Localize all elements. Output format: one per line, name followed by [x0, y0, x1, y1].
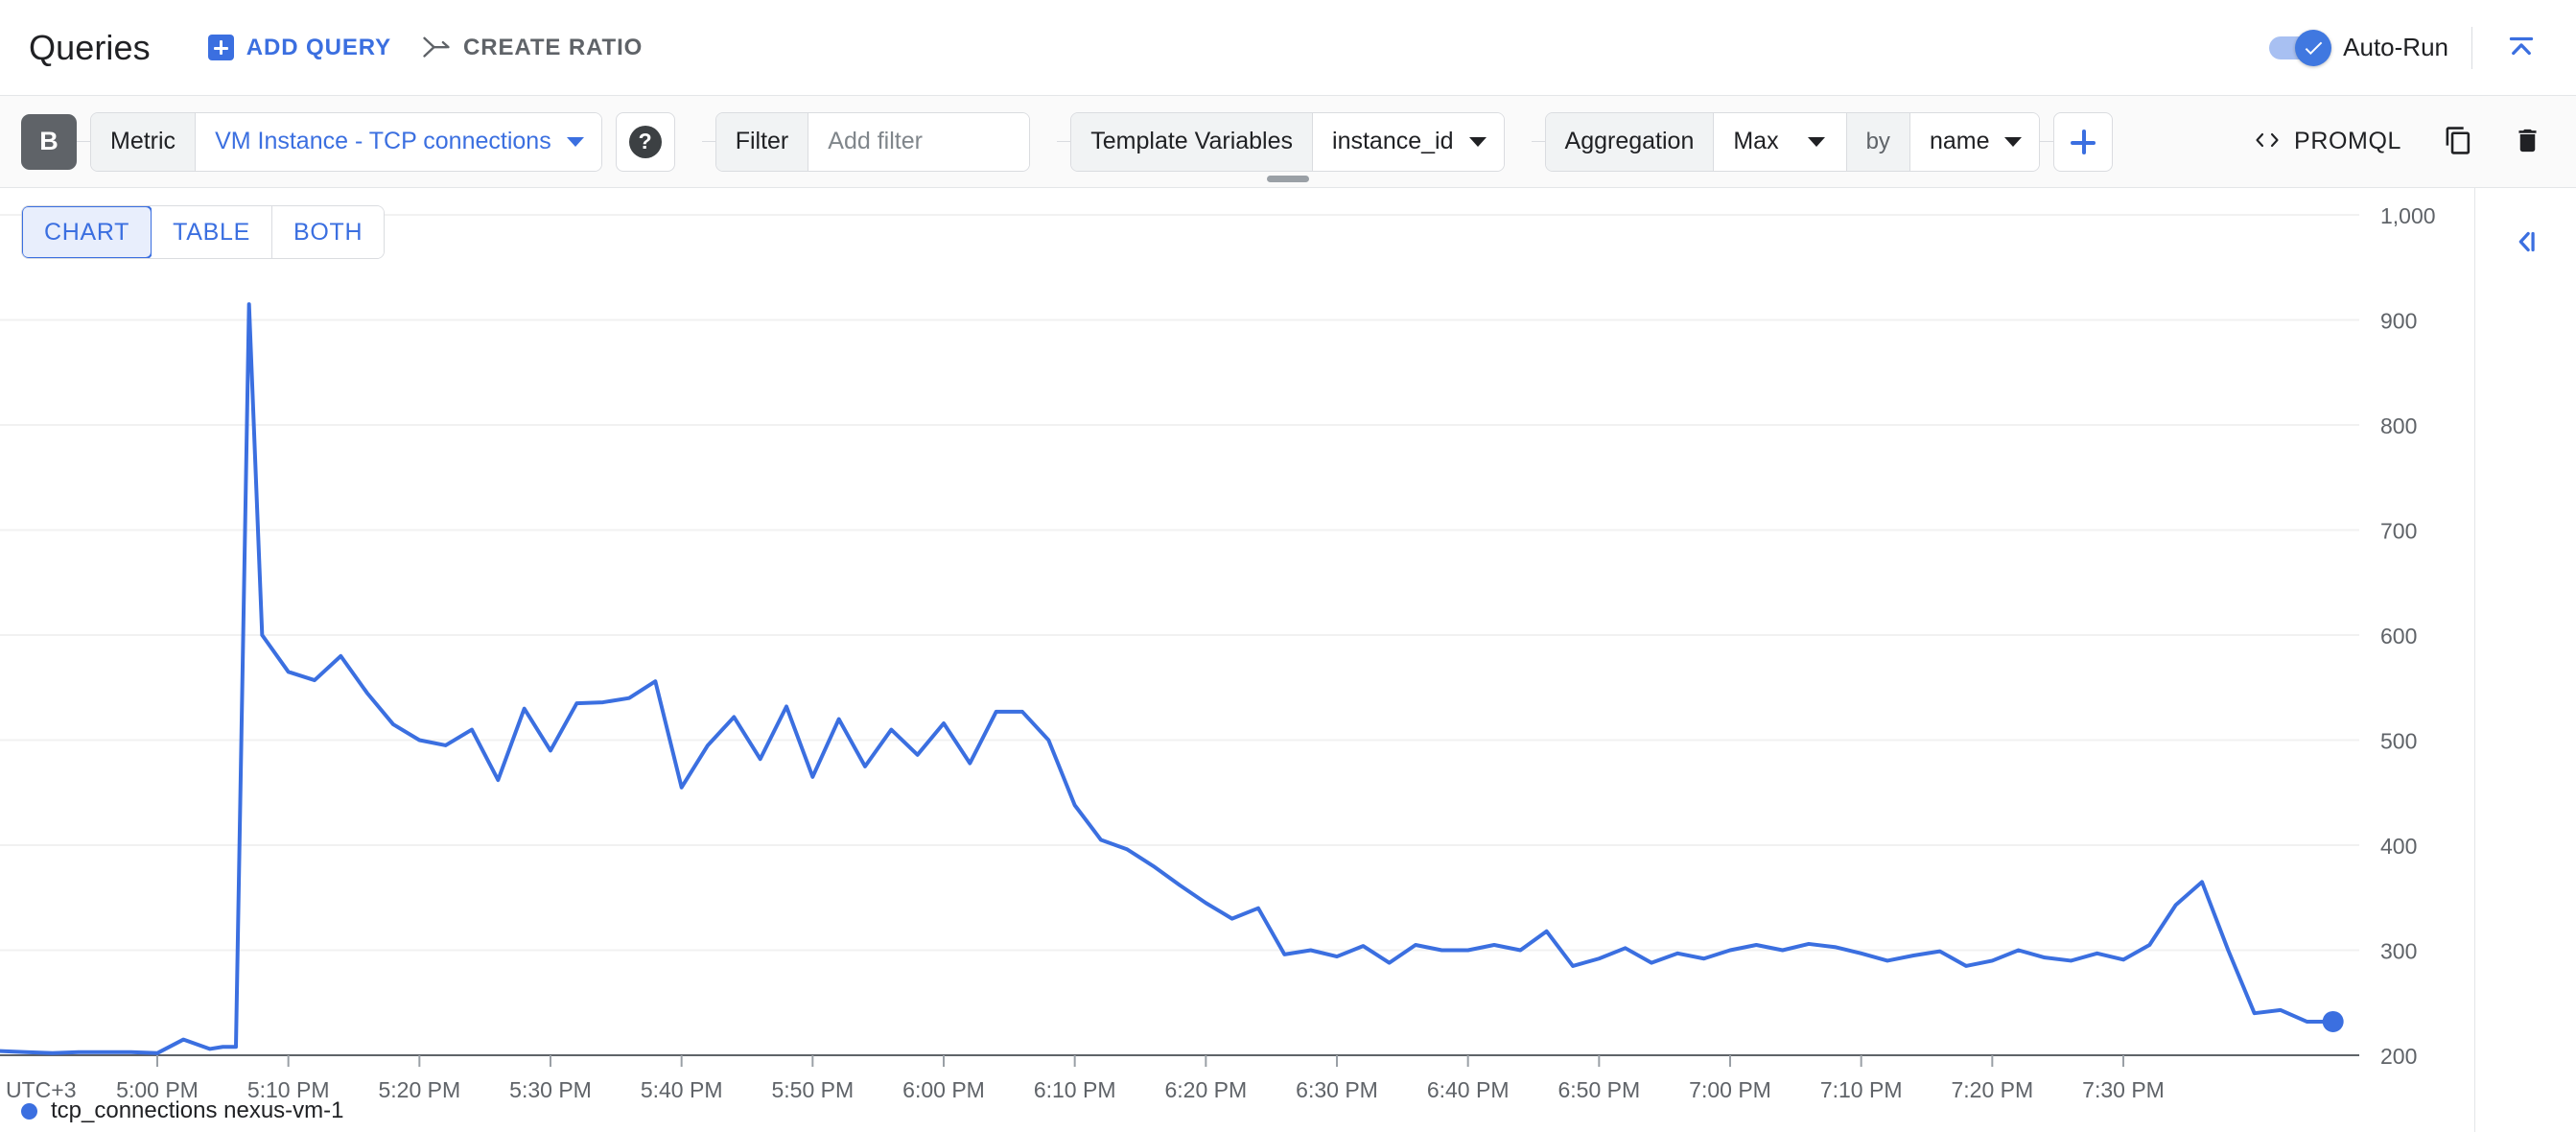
- toolbar-connector: [1531, 141, 1545, 142]
- legend-series-label: tcp_connections nexus-vm-1: [51, 1097, 344, 1123]
- collapse-up-icon: [2504, 29, 2539, 66]
- aggregation-value: Max: [1733, 128, 1779, 154]
- chart-column: CHART TABLE BOTH 200 300 400 500 600 700 800 90…: [0, 188, 2474, 1132]
- y-axis-tick-label: 1,000: [2380, 203, 2436, 228]
- filter-placeholder: Add filter: [828, 128, 923, 154]
- aggregation-select[interactable]: Max: [1714, 112, 1846, 171]
- header-right-controls: Auto-Run: [2269, 20, 2549, 76]
- series-end-marker: [2322, 1010, 2344, 1032]
- x-axis-tick-label: 5:50 PM: [772, 1077, 855, 1102]
- toolbar-connector: [701, 141, 715, 142]
- delete-query-button[interactable]: [2499, 114, 2555, 170]
- query-badge[interactable]: B: [21, 113, 77, 170]
- create-ratio-button[interactable]: CREATE RATIO: [407, 20, 658, 76]
- query-toolbar: B Metric VM Instance - TCP connections ?…: [0, 96, 2576, 188]
- metric-value: VM Instance - TCP connections: [215, 128, 551, 154]
- group-by-select[interactable]: name: [1909, 112, 2040, 171]
- metric-select[interactable]: VM Instance - TCP connections: [196, 112, 601, 171]
- x-axis-tick-label: 5:40 PM: [641, 1077, 723, 1102]
- plus-square-icon: [207, 35, 234, 60]
- template-variables-value: instance_id: [1332, 128, 1454, 154]
- collapse-left-panel-icon: [2510, 225, 2542, 261]
- chevron-down-icon: [2004, 136, 2023, 147]
- y-axis-tick-label: 800: [2380, 413, 2417, 438]
- queries-header: Queries ADD QUERY CREATE RATIO Auto-Run: [0, 0, 2576, 96]
- template-variables-select[interactable]: instance_id: [1313, 112, 1504, 171]
- chevron-down-icon: [566, 136, 584, 147]
- tab-chart[interactable]: CHART: [22, 206, 153, 258]
- group-by-value: name: [1929, 128, 1990, 154]
- expand-side-panel-button[interactable]: [2498, 215, 2554, 271]
- line-chart[interactable]: 200 300 400 500 600 700 800 900 1,000 UTC+3 5:00 P…: [0, 188, 2474, 1132]
- x-axis-tick-label: 5:20 PM: [379, 1077, 461, 1102]
- promql-label: PROMQL: [2294, 128, 2401, 154]
- x-axis-tick-label: 6:30 PM: [1296, 1077, 1378, 1102]
- legend-color-swatch: [21, 1102, 37, 1120]
- auto-run-knob: [2295, 29, 2332, 66]
- x-axis-tick-label: 7:00 PM: [1689, 1077, 1771, 1102]
- create-ratio-label: CREATE RATIO: [463, 34, 644, 60]
- chart-canvas[interactable]: 2003004005006007008009001,000UTC+3 5:00 P…: [0, 188, 2474, 1132]
- y-axis-tick-label: 200: [2380, 1044, 2417, 1069]
- filter-chip: Filter Add filter: [714, 111, 1031, 172]
- code-brackets-icon: [2253, 129, 2282, 154]
- x-axis-tick-label: 6:50 PM: [1558, 1077, 1641, 1102]
- right-rail: [2474, 188, 2576, 1132]
- group-by-label: by: [1846, 112, 1909, 171]
- x-axis-tick-label: 5:30 PM: [509, 1077, 592, 1102]
- chevron-down-icon: [1807, 136, 1825, 147]
- x-axis-tick-label: 6:00 PM: [902, 1077, 985, 1102]
- auto-run-switch[interactable]: [2269, 29, 2332, 66]
- filter-label: Filter: [715, 112, 808, 171]
- metric-label: Metric: [91, 112, 196, 171]
- help-icon: ?: [628, 125, 662, 158]
- y-axis-tick-label: 900: [2380, 309, 2417, 334]
- duplicate-query-button[interactable]: [2430, 114, 2486, 170]
- collapse-panel-button[interactable]: [2494, 20, 2549, 76]
- y-axis-tick-label: 500: [2380, 729, 2417, 754]
- add-query-label: ADD QUERY: [246, 34, 391, 60]
- toolbar-right-controls: PROMQL: [2237, 114, 2555, 170]
- y-axis-tick-label: 600: [2380, 624, 2417, 649]
- tab-table[interactable]: TABLE: [152, 206, 273, 258]
- y-axis-tick-label: 300: [2380, 939, 2417, 964]
- promql-button[interactable]: PROMQL: [2237, 114, 2417, 170]
- filter-input[interactable]: Add filter: [808, 112, 1030, 171]
- toolbar-connector: [1057, 141, 1071, 142]
- template-variables-label: Template Variables: [1071, 112, 1313, 171]
- header-divider: [2471, 26, 2472, 69]
- auto-run-label: Auto-Run: [2343, 33, 2448, 61]
- x-axis-tick-label: 7:10 PM: [1820, 1077, 1903, 1102]
- add-aggregation-button[interactable]: [2053, 111, 2114, 172]
- y-axis-tick-label: 700: [2380, 519, 2417, 544]
- toolbar-connector: [77, 141, 90, 142]
- x-axis-tick-label: 7:20 PM: [1952, 1077, 2034, 1102]
- template-variables-chip: Template Variables instance_id: [1070, 111, 1505, 172]
- x-axis-tick-label: 6:20 PM: [1165, 1077, 1248, 1102]
- aggregation-chip: Aggregation Max by name: [1544, 111, 2041, 172]
- y-axis-tick-label: 400: [2380, 834, 2417, 859]
- view-mode-tabs: CHART TABLE BOTH: [21, 205, 386, 259]
- metric-help-button[interactable]: ?: [615, 111, 675, 172]
- aggregation-label: Aggregation: [1545, 112, 1714, 171]
- copy-icon: [2444, 126, 2473, 158]
- x-axis-tick-label: 6:40 PM: [1427, 1077, 1510, 1102]
- tab-both[interactable]: BOTH: [272, 206, 385, 258]
- metric-chip: Metric VM Instance - TCP connections: [90, 111, 602, 172]
- x-axis-tick-label: 7:30 PM: [2082, 1077, 2165, 1102]
- series-line: [0, 302, 2335, 1055]
- toolbar-resize-handle[interactable]: [1267, 176, 1309, 182]
- x-axis-tick-label: 6:10 PM: [1034, 1077, 1116, 1102]
- toolbar-connector: [2040, 141, 2054, 142]
- check-icon: [2305, 41, 2323, 55]
- chart-area: CHART TABLE BOTH 200 300 400 500 600 700 800 90…: [0, 188, 2576, 1132]
- create-ratio-icon: [422, 35, 451, 60]
- auto-run-toggle[interactable]: Auto-Run: [2269, 29, 2471, 66]
- page-title: Queries: [29, 27, 151, 67]
- add-query-button[interactable]: ADD QUERY: [193, 20, 407, 76]
- chevron-down-icon: [1468, 136, 1487, 147]
- trash-icon: [2513, 126, 2542, 158]
- chart-legend: tcp_connections nexus-vm-1: [21, 1097, 343, 1124]
